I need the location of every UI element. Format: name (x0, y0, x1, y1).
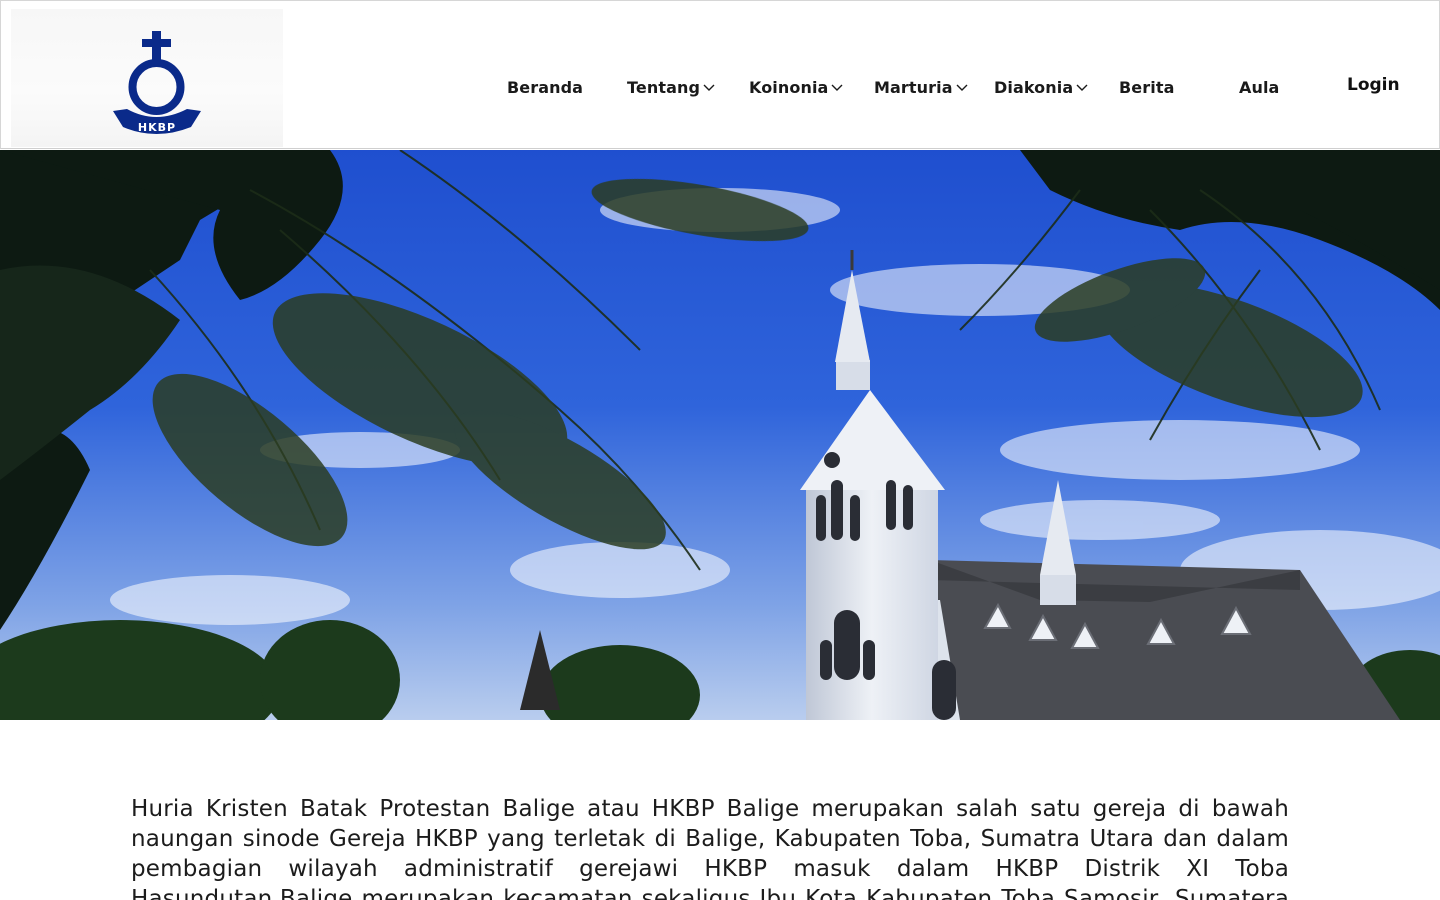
nav-item-marturia[interactable]: Marturia (874, 76, 968, 98)
nav-label: Koinonia (749, 77, 829, 97)
nav-label: Tentang (627, 77, 701, 97)
nav-label: Berita (1119, 77, 1175, 97)
nav-label: Diakonia (994, 77, 1074, 97)
main-nav: Beranda Tentang Koinonia Marturia Diakon… (1, 1, 1440, 150)
hero-image (0, 150, 1440, 720)
nav-item-tentang[interactable]: Tentang (627, 76, 715, 98)
nav-label: Marturia (874, 77, 953, 97)
nav-item-beranda[interactable]: Beranda (507, 76, 583, 98)
login-link[interactable]: Login (1347, 75, 1400, 95)
nav-label: Beranda (507, 77, 584, 97)
chevron-down-icon (703, 84, 715, 91)
hero-banner (0, 150, 1440, 720)
chevron-down-icon (956, 84, 968, 91)
intro-paragraph: Huria Kristen Batak Protestan Balige ata… (131, 796, 1289, 900)
nav-item-berita[interactable]: Berita (1119, 76, 1174, 98)
nav-item-aula[interactable]: Aula (1239, 76, 1279, 98)
nav-item-koinonia[interactable]: Koinonia (749, 76, 843, 98)
chevron-down-icon (1076, 84, 1088, 91)
chevron-down-icon (831, 84, 843, 91)
nav-item-diakonia[interactable]: Diakonia (994, 76, 1088, 98)
site-header: HKBP Beranda Tentang Koinonia Marturia D… (0, 0, 1440, 149)
nav-label: Aula (1239, 77, 1280, 97)
